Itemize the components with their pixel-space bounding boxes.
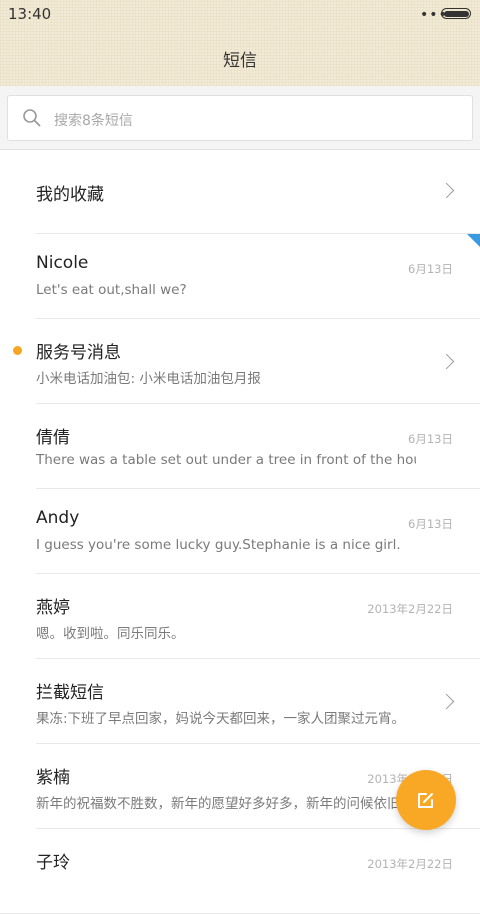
message-date: 2013年2月22日 [367, 602, 453, 616]
contact-name: 紫楠 [36, 768, 70, 788]
status-time: 13:40 [8, 5, 52, 23]
battery-icon [441, 8, 471, 19]
conversation-item-qianqian[interactable]: 倩倩 6月13日 There was a table set out under… [0, 404, 480, 489]
message-preview: I guess you're some lucky guy.Stephanie … [36, 537, 401, 553]
contact-name: Nicole [36, 253, 89, 273]
contact-name: 燕婷 [36, 598, 70, 618]
conversation-item-service[interactable]: 服务号消息 小米电话加油包: 小米电话加油包月报 [0, 319, 480, 404]
chevron-right-icon [438, 353, 455, 370]
message-date: 6月13日 [408, 262, 453, 276]
contact-name: Andy [36, 508, 80, 528]
search-bar: 搜索8条短信 [0, 86, 480, 150]
search-icon [23, 109, 41, 127]
search-input[interactable]: 搜索8条短信 [7, 95, 473, 141]
page-title: 短信 [223, 51, 257, 71]
app-header: 13:40 ••• 短信 [0, 0, 480, 86]
compose-button[interactable] [396, 770, 456, 830]
message-preview: 新年的祝福数不胜数，新年的愿望好多好多，新年的问候依旧 [36, 796, 401, 812]
message-date: 2013年2月22日 [367, 857, 453, 871]
search-placeholder: 搜索8条短信 [54, 113, 133, 129]
message-preview: 嗯。收到啦。同乐同乐。 [36, 626, 185, 642]
contact-name: 拦截短信 [36, 683, 104, 703]
contact-name: 倩倩 [36, 428, 70, 448]
unread-dot-icon [13, 346, 22, 355]
contact-name: 子玲 [36, 853, 70, 873]
conversation-item-yanting[interactable]: 燕婷 2013年2月22日 嗯。收到啦。同乐同乐。 [0, 574, 480, 659]
conversation-item-andy[interactable]: Andy 6月13日 I guess you're some lucky guy… [0, 489, 480, 574]
message-preview: Let's eat out,shall we? [36, 282, 187, 298]
compose-icon [418, 793, 433, 808]
conversation-item-blocked[interactable]: 拦截短信 果冻:下班了早点回家，妈说今天都回来，一家人团聚过元宵。 [0, 659, 480, 744]
message-date: 6月13日 [408, 517, 453, 531]
conversation-item-ziling[interactable]: 子玲 2013年2月22日 [0, 829, 480, 914]
contact-name: 服务号消息 [36, 343, 121, 363]
chevron-right-icon [438, 693, 455, 710]
conversation-item-nicole[interactable]: Nicole 6月13日 Let's eat out,shall we? [0, 234, 480, 319]
chevron-right-icon [438, 182, 455, 199]
message-preview: There was a table set out under a tree i… [36, 452, 416, 468]
message-preview: 小米电话加油包: 小米电话加油包月报 [36, 371, 261, 387]
message-date: 6月13日 [408, 432, 453, 446]
favorites-label: 我的收藏 [36, 185, 104, 205]
favorites-item[interactable]: 我的收藏 [0, 150, 480, 234]
corner-marker-icon [467, 234, 480, 247]
message-preview: 果冻:下班了早点回家，妈说今天都回来，一家人团聚过元宵。 [36, 711, 406, 727]
